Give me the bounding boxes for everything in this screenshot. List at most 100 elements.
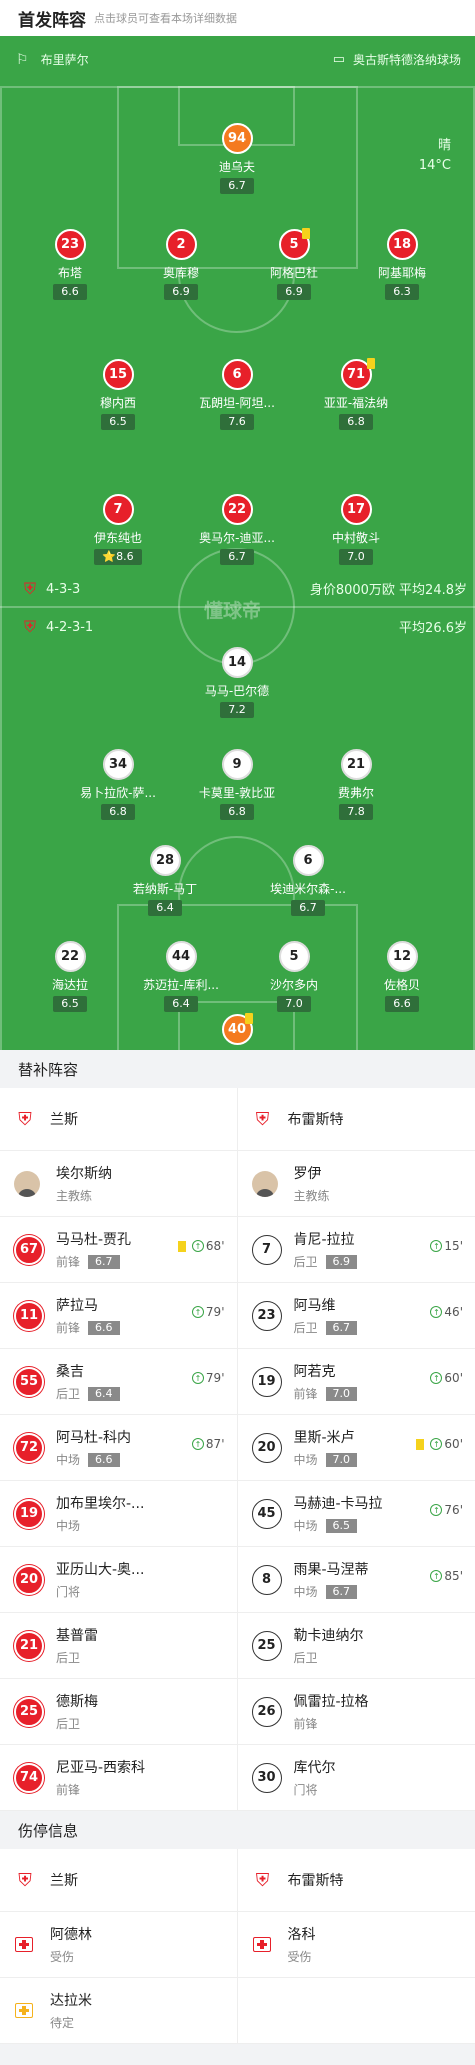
sub-player[interactable]: 26 佩雷拉-拉格 前锋 (238, 1679, 475, 1744)
injury-status: 待定 (50, 2016, 75, 2030)
home-player[interactable]: 6 瓦朗坦-阿坦... 7.6 (177, 359, 297, 430)
sub-in-minute: 15' (444, 1239, 463, 1253)
injured-player[interactable]: 阿德林 受伤 (0, 1912, 238, 1977)
home-player[interactable]: 23 布塔 6.6 (10, 229, 130, 300)
brest-crest-icon: ⛨ (255, 1108, 270, 1130)
sub-player[interactable]: 30 库代尔 门将 (238, 1745, 475, 1810)
home-player[interactable]: 17 中村敬斗 7.0 (296, 494, 416, 565)
empty-cell (238, 1978, 475, 2043)
home-player[interactable]: 18 阿基耶梅 6.3 (342, 229, 462, 300)
sub-player[interactable]: 55 桑吉 后卫 6.4 ↑ 79' (0, 1349, 238, 1414)
sub-in-info: ↑ 15' (430, 1239, 463, 1253)
watermark: 懂球帝 (204, 600, 262, 622)
away-player[interactable]: 21 费弗尔 7.8 (296, 749, 416, 820)
injured-player[interactable]: 达拉米 待定 (0, 1978, 238, 2043)
away-player[interactable]: 28 若纳斯-马丁 6.4 (105, 845, 225, 916)
sub-player[interactable]: 8 雨果-马涅蒂 中场 6.7 ↑ 85' (238, 1547, 475, 1612)
away-coach-cell[interactable]: 罗伊 主教练 (238, 1151, 475, 1216)
sub-player[interactable]: 21 基普雷 后卫 (0, 1613, 238, 1678)
sub-in-icon: ↑ (191, 1240, 204, 1252)
sub-in-icon: ↑ (430, 1306, 443, 1318)
player-rating: 7.0 (325, 1386, 358, 1401)
away-player[interactable]: 9 卡莫里-敦比亚 6.8 (177, 749, 297, 820)
player-number-badge: 9 (221, 749, 253, 780)
home-team-cell[interactable]: ⛨ 兰斯 (0, 1088, 238, 1150)
away-team-cell[interactable]: ⛨ 布雷斯特 (238, 1088, 475, 1150)
sub-player[interactable]: 67 马马杜-贾孔 前锋 6.7 ↑ 68' (0, 1217, 238, 1282)
coach-name: 罗伊 (293, 1166, 322, 1182)
player-name: 迪乌夫 (218, 160, 255, 174)
player-name: 奥马尔-迪亚... (199, 531, 275, 545)
player-position: 中场 (293, 1519, 318, 1533)
sub-player[interactable]: 45 马赫迪-卡马拉 中场 6.5 ↑ 76' (238, 1481, 475, 1546)
player-rating: 6.3 (385, 284, 419, 300)
away-player[interactable]: 5 沙尔多内 7.0 (234, 941, 354, 1012)
player-number-badge: 28 (149, 845, 181, 876)
player-number-badge: 34 (102, 749, 134, 780)
home-coach-cell[interactable]: 埃尔斯纳 主教练 (0, 1151, 238, 1216)
sub-in-icon: ↑ (430, 1570, 443, 1582)
yellow-card-icon (416, 1438, 425, 1450)
player-number-badge: 22 (54, 941, 86, 972)
home-player[interactable]: 15 穆内西 6.5 (58, 359, 178, 430)
home-player[interactable]: 22 奥马尔-迪亚... 6.7 (177, 494, 297, 565)
sub-player[interactable]: 72 阿马杜-科内 中场 6.6 ↑ 87' (0, 1415, 238, 1480)
player-number-badge: 21 (14, 1630, 44, 1661)
away-player[interactable]: 14 马马-巴尔德 7.2 (177, 647, 297, 718)
home-player[interactable]: 7 伊东纯也 ⭐8.6 (58, 494, 178, 565)
player-name: 佐格贝 (383, 978, 420, 992)
player-name: 阿若克 (293, 1364, 336, 1380)
player-rating: 7.2 (220, 702, 254, 718)
away-player[interactable]: 22 海达拉 6.5 (10, 941, 130, 1012)
stadium-info: ▭ 奥古斯特德洛纳球场 (333, 51, 461, 68)
sub-row: 67 马马杜-贾孔 前锋 6.7 ↑ 68' 7 肯尼-拉拉 后卫 6.9 ↑ 15' (0, 1217, 475, 1283)
sub-player[interactable]: 19 阿若克 前锋 7.0 ↑ 60' (238, 1349, 475, 1414)
yellow-card-icon (367, 358, 375, 369)
sub-in-icon: ↑ (430, 1438, 443, 1450)
away-player[interactable]: 40比佐6.8 (177, 1014, 297, 1050)
player-number-badge: 22 (221, 494, 253, 525)
player-position: 前锋 (56, 1783, 81, 1797)
injury-away-team[interactable]: ⛨ 布雷斯特 (238, 1849, 475, 1911)
sub-player[interactable]: 19 加布里埃尔-... 中场 (0, 1481, 238, 1546)
yellow-card-icon (302, 228, 310, 239)
player-number-badge: 20 (14, 1564, 44, 1595)
away-formation: ⛨ 4-2-3-1 (24, 617, 93, 637)
subs-list: ⛨ 兰斯 ⛨ 布雷斯特 埃尔斯纳 主教练 罗伊 主教练 67 马马杜-贾孔 前锋 6.… (0, 1088, 475, 1811)
page-subtitle: 点击球员可查看本场详细数据 (94, 12, 237, 25)
away-player[interactable]: 12 佐格贝 6.6 (342, 941, 462, 1012)
player-rating: 7.6 (220, 414, 254, 430)
away-player[interactable]: 44 苏迈拉-库利... 6.4 (121, 941, 241, 1012)
sub-in-minute: 68' (205, 1239, 225, 1253)
player-name: 尼亚马-西索科 (56, 1760, 146, 1776)
sub-row: 20 亚历山大-奥... 门将 8 雨果-马涅蒂 中场 6.7 ↑ 85' (0, 1547, 475, 1613)
sub-player[interactable]: 25 德斯梅 后卫 (0, 1679, 238, 1744)
sub-in-minute: 85' (444, 1569, 463, 1583)
sub-player[interactable]: 20 亚历山大-奥... 门将 (0, 1547, 238, 1612)
away-player[interactable]: 34 易卜拉欣-萨... 6.8 (58, 749, 178, 820)
home-player[interactable]: 5 阿格巴杜 6.9 (234, 229, 354, 300)
injured-player[interactable]: 洛科 受伤 (238, 1912, 475, 1977)
home-player[interactable]: 94 迪乌夫 6.7 (177, 123, 297, 194)
home-player[interactable]: 2 奥库穆 6.9 (121, 229, 241, 300)
player-position: 前锋 (293, 1717, 318, 1731)
sub-player[interactable]: 11 萨拉马 前锋 6.6 ↑ 79' (0, 1283, 238, 1348)
home-formation: ⛨ 4-3-3 (24, 579, 80, 599)
home-player[interactable]: 71 亚亚-福法纳 6.8 (296, 359, 416, 430)
player-name: 马马杜-贾孔 (56, 1232, 132, 1248)
sub-in-info: ↑ 79' (191, 1305, 225, 1319)
player-position: 中场 (56, 1519, 81, 1533)
sub-player[interactable]: 20 里斯-米卢 中场 7.0 ↑ 60' (238, 1415, 475, 1480)
sub-player[interactable]: 23 阿马维 后卫 6.7 ↑ 46' (238, 1283, 475, 1348)
injury-status: 受伤 (50, 1950, 75, 1964)
away-player[interactable]: 6 埃迪米尔森-... 6.7 (248, 845, 368, 916)
home-team-label: 兰斯 (50, 1873, 78, 1889)
injury-home-team[interactable]: ⛨ 兰斯 (0, 1849, 238, 1911)
sub-player[interactable]: 7 肯尼-拉拉 后卫 6.9 ↑ 15' (238, 1217, 475, 1282)
player-name: 库代尔 (293, 1760, 336, 1776)
player-rating: 6.9 (277, 284, 311, 300)
sub-player[interactable]: 25 勒卡迪纳尔 后卫 (238, 1613, 475, 1678)
home-team-label: 兰斯 (50, 1112, 78, 1128)
sub-player[interactable]: 74 尼亚马-西索科 前锋 (0, 1745, 238, 1810)
home-crest-icon: ⛨ (24, 579, 37, 598)
